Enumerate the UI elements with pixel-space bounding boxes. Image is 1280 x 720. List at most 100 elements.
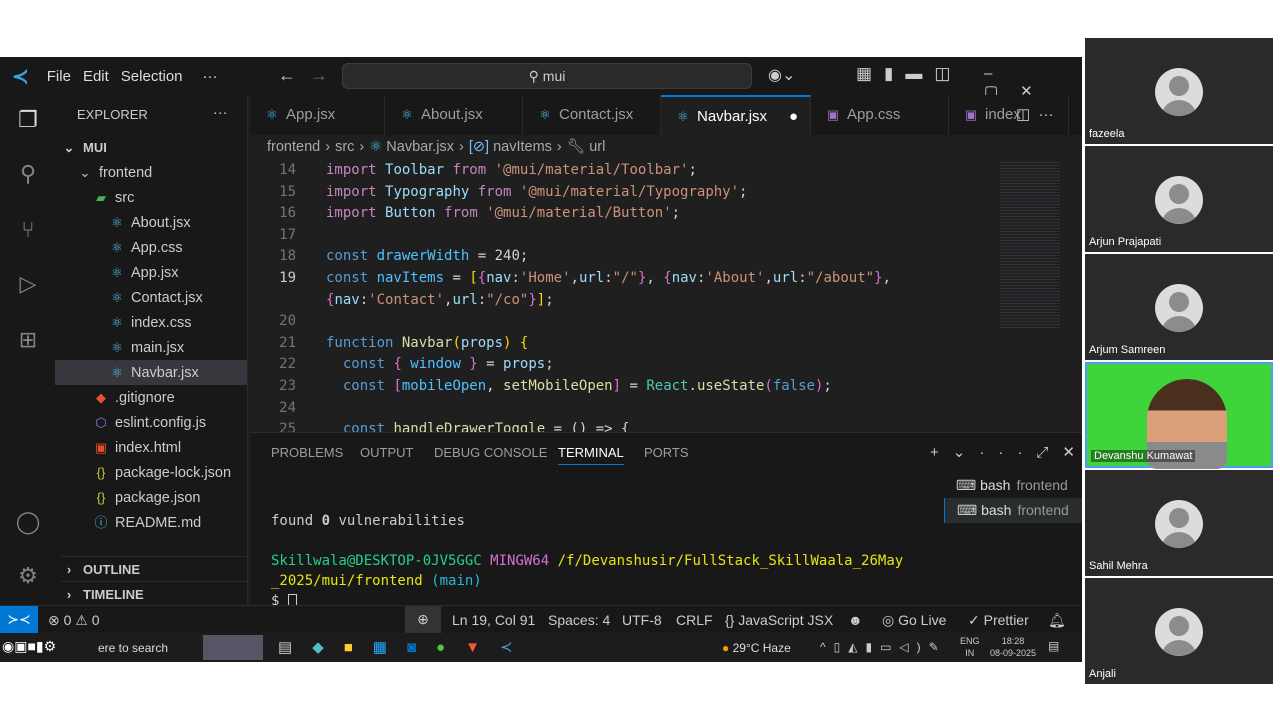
notification-icon[interactable]: ▤ — [1048, 639, 1059, 653]
css-file-icon: ▣ — [826, 107, 840, 122]
breadcrumb-item[interactable]: Navbar.jsx — [386, 139, 454, 155]
outline-section[interactable]: › OUTLINE — [61, 556, 247, 581]
participant-tile[interactable]: Arjun Prajapati — [1085, 146, 1273, 252]
tree-item[interactable]: {} package-lock.json — [55, 460, 247, 485]
command-center-search[interactable]: ⚲ mui — [342, 63, 752, 89]
copilot-icon[interactable]: ◉⌄ — [768, 65, 795, 85]
split-editor-icon[interactable]: ◫ ··· — [1016, 105, 1054, 123]
encoding[interactable]: UTF-8 — [622, 612, 662, 628]
run-debug-icon[interactable]: ▷ — [14, 271, 42, 299]
panel-tab-problems[interactable]: PROBLEMS — [271, 445, 343, 460]
breadcrumb-item[interactable]: url — [589, 139, 605, 155]
breadcrumb-item[interactable]: src — [335, 139, 354, 155]
tree-item[interactable]: ⚛ index.css — [55, 310, 247, 335]
search-highlight-image — [203, 635, 263, 660]
copilot-status-icon[interactable]: ☻ — [848, 612, 863, 628]
remote-indicator[interactable]: ≻≺ — [0, 606, 38, 633]
tree-item[interactable]: ⬡ eslint.config.js — [55, 410, 247, 435]
language-indicator[interactable]: ENG IN — [960, 635, 980, 659]
go-live-button[interactable]: ◎ Go Live — [882, 612, 946, 629]
panel-tab-ports[interactable]: PORTS — [644, 445, 689, 460]
search-icon[interactable]: ⚲ — [14, 161, 42, 189]
explorer-icon[interactable]: ❐ — [14, 107, 42, 135]
system-tray-icons[interactable]: ^▯◭▮▭◁)✎ — [820, 640, 947, 654]
language-mode[interactable]: {} JavaScript JSX — [725, 612, 833, 628]
source-control-icon[interactable]: ⑂ — [14, 217, 42, 245]
code-editor[interactable]: 14 import Toolbar from '@mui/material/Too… — [250, 160, 1082, 432]
menu-selection[interactable]: Selection — [121, 68, 183, 85]
react-icon: ⚛ — [111, 215, 123, 230]
line-ending[interactable]: CRLF — [676, 612, 713, 628]
layout-icons[interactable]: ▦▮▬◫ — [856, 64, 962, 84]
timeline-section[interactable]: › TIMELINE — [61, 581, 247, 606]
editor-tabs: ⚛ App.jsx ⚛ About.jsx ⚛ Contact.jsx ⚛ Navbar.js… — [250, 95, 1082, 135]
tree-item[interactable]: ⌄ frontend — [55, 160, 247, 185]
panel-actions-icons[interactable]: +⌄···⤢✕ — [930, 443, 1089, 461]
zoom-icon[interactable]: ⊕ — [405, 606, 441, 633]
taskbar-apps[interactable]: ▤◆■▦◙●▼≺ — [278, 638, 533, 656]
participant-tile[interactable]: Arjum Samreen — [1085, 254, 1273, 360]
tab-navbar-jsx[interactable]: ⚛ Navbar.jsx ● — [661, 95, 811, 135]
code-token: props — [460, 334, 504, 351]
breadcrumb-item[interactable]: frontend — [267, 139, 320, 155]
forward-arrow-icon[interactable]: → — [310, 65, 328, 86]
menu-edit[interactable]: Edit — [83, 68, 109, 85]
tree-item[interactable]: ⓘ README.md — [55, 510, 247, 535]
tree-item[interactable]: ⚛ Contact.jsx — [55, 285, 247, 310]
code-token: from — [444, 205, 487, 222]
tree-item[interactable]: ⚛ main.jsx — [55, 335, 247, 360]
terminal-instance[interactable]: ⌨ bash frontend — [944, 498, 1082, 523]
participant-tile[interactable]: fazeela — [1085, 38, 1273, 144]
participant-tile[interactable]: Sahil Mehra — [1085, 470, 1273, 576]
minimap[interactable] — [1000, 160, 1060, 330]
explorer-more-icon[interactable]: ··· — [213, 105, 228, 121]
tree-item[interactable]: ▰ src — [55, 185, 247, 210]
gear-icon[interactable]: ⚙ — [14, 563, 42, 591]
tab-about-jsx[interactable]: ⚛ About.jsx — [385, 95, 523, 135]
cursor-position[interactable]: Ln 19, Col 91 — [452, 612, 535, 628]
breadcrumb-item[interactable]: navItems — [493, 139, 552, 155]
tree-item[interactable]: ⚛ About.jsx — [55, 210, 247, 235]
weather-widget[interactable]: ● 29°C Haze — [722, 641, 791, 655]
terminal-instance[interactable]: ⌨ bash frontend — [944, 473, 1082, 498]
status-bar: ≻≺ ⊗ 0 ⚠ 0 ⊕ Ln 19, Col 91 Spaces: 4 UTF… — [0, 605, 1082, 633]
tree-item[interactable]: ⚛ App.jsx — [55, 260, 247, 285]
vscode-window: ≺ File Edit Selection ··· ← → ⚲ mui ◉⌄ ▦… — [0, 57, 1082, 662]
tab-contact-jsx[interactable]: ⚛ Contact.jsx — [523, 95, 661, 135]
tree-root-mui[interactable]: ⌄ MUI — [61, 135, 107, 160]
timeline-label: TIMELINE — [83, 587, 144, 602]
tree-item[interactable]: ▣ index.html — [55, 435, 247, 460]
line-number: 14 — [279, 162, 296, 178]
code-token: = — [444, 270, 470, 286]
clock[interactable]: 18:28 08-09-2025 — [990, 635, 1036, 659]
menu-file[interactable]: File — [47, 68, 71, 85]
prettier-button[interactable]: ✓ Prettier — [968, 612, 1029, 629]
account-icon[interactable]: ◯ — [14, 509, 42, 537]
problems-indicator[interactable]: ⊗ 0 ⚠ 0 — [48, 612, 100, 629]
bell-icon[interactable]: 🔔︎ — [1048, 612, 1066, 629]
screenshot-tools-icons[interactable]: ◉▣■▮⚙ — [2, 638, 56, 655]
term-branch: (main) — [431, 573, 482, 589]
unsaved-dot-icon[interactable]: ● — [789, 108, 798, 125]
back-arrow-icon[interactable]: ← — [278, 65, 296, 86]
terminal-output[interactable]: found 0 vulnerabilities Skillwala@DESKTO… — [271, 511, 931, 611]
panel-tab-debug-console[interactable]: DEBUG CONSOLE — [434, 445, 547, 460]
participant-tile[interactable]: Anjali — [1085, 578, 1273, 684]
panel-tab-terminal[interactable]: TERMINAL — [558, 445, 624, 465]
tree-item[interactable]: {} package.json — [55, 485, 247, 510]
taskbar-search[interactable]: ere to search — [98, 641, 168, 655]
code-line: const handleDrawerToggle = () => { — [326, 421, 630, 432]
terminal-icon: ⌨ — [956, 477, 981, 493]
tab-app-css[interactable]: ▣ App.css — [811, 95, 949, 135]
tree-item[interactable]: ⚛ App.css — [55, 235, 247, 260]
tree-item[interactable]: ⚛ Navbar.jsx — [55, 360, 247, 385]
participant-tile[interactable]: Devanshu Kumawat — [1085, 362, 1273, 469]
extensions-icon[interactable]: ⊞ — [14, 327, 42, 355]
line-number: 23 — [279, 378, 296, 394]
menu-more[interactable]: ··· — [203, 68, 218, 85]
indentation[interactable]: Spaces: 4 — [548, 612, 610, 628]
panel-tab-output[interactable]: OUTPUT — [360, 445, 413, 460]
tab-app-jsx[interactable]: ⚛ App.jsx — [250, 95, 385, 135]
tree-item[interactable]: ◆ .gitignore — [55, 385, 247, 410]
